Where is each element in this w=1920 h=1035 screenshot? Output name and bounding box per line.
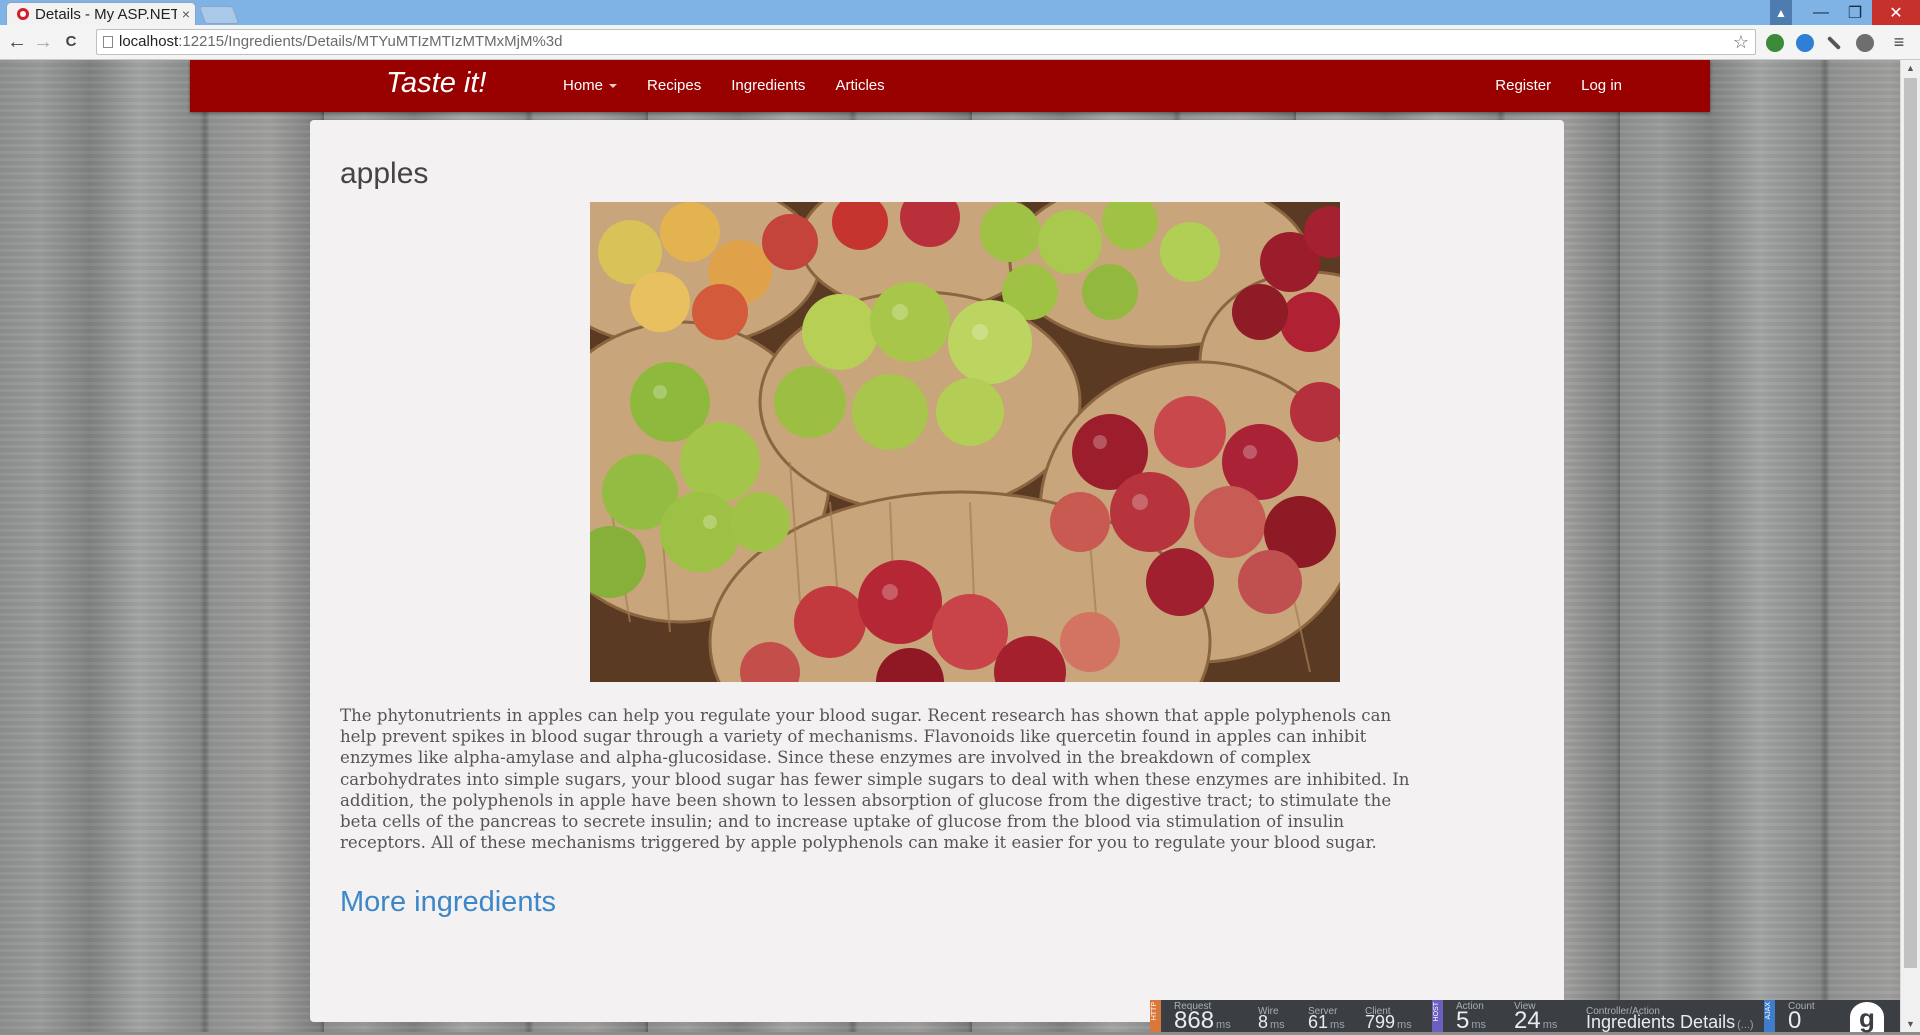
ingredient-description: The phytonutrients in apples can help yo…: [340, 706, 1410, 853]
glimpse-wire-unit: ms: [1270, 1019, 1285, 1031]
chevron-down-icon: [609, 84, 618, 89]
site-navbar: Taste it! Home Recipes Ingredients Artic…: [190, 60, 1710, 112]
url-host: localhost: [119, 33, 179, 50]
page-scrollbar[interactable]: ▲ ▼: [1900, 60, 1920, 1032]
apples-photo-illustration: [590, 202, 1340, 682]
nav-home-label: Home: [563, 77, 604, 94]
glimpse-action-value: 5: [1456, 1007, 1470, 1034]
maximize-button[interactable]: ❐: [1838, 0, 1872, 25]
register-link[interactable]: Register: [1480, 60, 1566, 112]
glimpse-wire-value: 8: [1258, 1012, 1269, 1032]
glimpse-host-label: HOST: [1433, 1002, 1440, 1022]
glimpse-http-tag: HTTP: [1150, 1000, 1161, 1032]
back-arrow-icon[interactable]: ←: [6, 31, 28, 53]
favicon-icon: [17, 8, 29, 20]
forward-arrow-icon[interactable]: →: [32, 31, 54, 53]
page-background: Taste it! Home Recipes Ingredients Artic…: [0, 60, 1900, 1032]
ingredient-image: [590, 202, 1340, 682]
glimpse-controller-suffix: (...): [1737, 1019, 1754, 1031]
glimpse-controller-value: Ingredients Details: [1586, 1012, 1736, 1032]
glimpse-client-value: 799: [1365, 1012, 1396, 1032]
nav-home[interactable]: Home: [548, 60, 632, 112]
glimpse-server-value: 61: [1308, 1012, 1329, 1032]
browser-toolbar: ← → C localhost:12215/Ingredients/Detail…: [0, 25, 1920, 60]
url-path: :12215/Ingredients/Details/MTYuMTIzMTIzM…: [178, 33, 563, 50]
tab-title: Details - My ASP.NET: [35, 5, 177, 23]
reload-icon[interactable]: C: [60, 31, 82, 53]
nav-articles[interactable]: Articles: [820, 60, 899, 112]
browser-title-bar: Details - My ASP.NET × ▲ — ❐ ✕: [0, 0, 1920, 25]
tab-close-icon[interactable]: ×: [177, 6, 195, 22]
account-nav: Register Log in: [1480, 60, 1637, 112]
ingredient-details-panel: apples The phytonutrients in apples can …: [310, 120, 1564, 1022]
main-nav: Home Recipes Ingredients Articles: [548, 60, 900, 112]
browser-menu-icon[interactable]: ≡: [1888, 31, 1910, 53]
nav-recipes[interactable]: Recipes: [632, 60, 716, 112]
glimpse-ajax-tag: AJAX: [1764, 1000, 1775, 1032]
nav-ingredients[interactable]: Ingredients: [716, 60, 820, 112]
glimpse-request-unit: ms: [1216, 1019, 1231, 1031]
glimpse-action-unit: ms: [1471, 1019, 1487, 1031]
glimpse-count-value: 0: [1788, 1007, 1802, 1034]
scrollbar-thumb[interactable]: [1904, 78, 1917, 968]
glimpse-logo-icon[interactable]: g: [1850, 1002, 1884, 1033]
adblock-icon[interactable]: [1856, 34, 1874, 52]
bookmark-star-icon[interactable]: ☆: [1733, 30, 1749, 54]
window-controls: ▲ — ❐ ✕: [1770, 0, 1920, 25]
glimpse-request-value: 868: [1174, 1007, 1215, 1034]
glimpse-host-tag: HOST: [1432, 1000, 1443, 1032]
scroll-up-arrow-icon[interactable]: ▲: [1901, 60, 1920, 76]
extension-blue-icon[interactable]: [1796, 34, 1814, 52]
page-icon: [103, 36, 113, 48]
close-window-button[interactable]: ✕: [1872, 0, 1920, 25]
extension-globe-icon[interactable]: [1766, 34, 1784, 52]
glimpse-client-unit: ms: [1397, 1019, 1412, 1031]
ingredient-name: apples: [340, 157, 429, 190]
site-brand[interactable]: Taste it!: [386, 67, 486, 100]
glimpse-ajax-label: AJAX: [1765, 1002, 1772, 1020]
browser-tab-details[interactable]: Details - My ASP.NET ×: [6, 2, 196, 25]
glimpse-http-label: HTTP: [1151, 1002, 1158, 1021]
new-tab-button[interactable]: [198, 6, 240, 24]
glimpse-hud-bar[interactable]: HTTP Request 868 ms Wire 8 ms Server 61 ms …: [1150, 1000, 1900, 1034]
minimize-button[interactable]: —: [1804, 0, 1838, 25]
more-ingredients-link[interactable]: More ingredients: [340, 886, 556, 919]
address-bar[interactable]: localhost:12215/Ingredients/Details/MTYu…: [96, 29, 1756, 55]
dev-tools-icon[interactable]: [1826, 35, 1842, 51]
glimpse-view-unit: ms: [1542, 1019, 1558, 1031]
profile-icon[interactable]: ▲: [1770, 0, 1792, 25]
scroll-down-arrow-icon[interactable]: ▼: [1901, 1016, 1920, 1032]
glimpse-server-unit: ms: [1330, 1019, 1345, 1031]
login-link[interactable]: Log in: [1566, 60, 1637, 112]
glimpse-view-value: 24: [1514, 1007, 1541, 1034]
